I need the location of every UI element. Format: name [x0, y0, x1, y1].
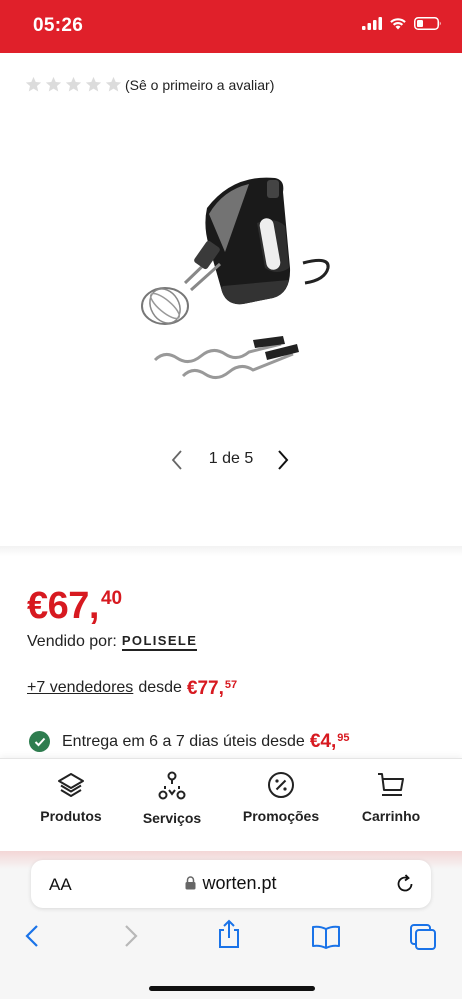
- rating-text[interactable]: (Sê o primeiro a avaliar): [125, 77, 274, 93]
- nav-item-promocoes[interactable]: Promoções: [226, 771, 336, 824]
- back-icon[interactable]: [24, 923, 40, 949]
- url-bar[interactable]: AA worten.pt: [31, 860, 431, 908]
- cart-icon: [378, 773, 404, 796]
- nav-item-carrinho[interactable]: Carrinho: [336, 771, 446, 824]
- url-display[interactable]: worten.pt: [31, 873, 431, 894]
- layers-icon: [58, 773, 84, 797]
- check-icon: [29, 731, 50, 752]
- rating[interactable]: (Sê o primeiro a avaliar): [25, 76, 274, 93]
- delivery-info: Entrega em 6 a 7 dias úteis desde €4, 95: [29, 731, 350, 752]
- star-icon: [105, 76, 122, 92]
- services-icon: [158, 771, 186, 800]
- status-time: 05:26: [33, 15, 84, 36]
- star-icon: [85, 76, 102, 92]
- bookmarks-icon[interactable]: [311, 925, 341, 949]
- gallery-counter: 1 de 5: [208, 450, 254, 467]
- chevron-left-icon[interactable]: [170, 449, 184, 471]
- bottom-nav: Produtos Serviços Promoções Carrinho: [0, 758, 462, 851]
- section-divider: [0, 546, 462, 556]
- gallery-nav: 1 de 5: [0, 446, 462, 472]
- other-sellers: +7 vendedores desde €77, 57: [27, 679, 237, 699]
- other-sellers-price-cents: 57: [224, 679, 238, 691]
- chevron-right-icon[interactable]: [276, 449, 290, 471]
- nav-label: Carrinho: [361, 808, 421, 824]
- price-main: €67,: [27, 585, 99, 627]
- star-icon: [45, 76, 62, 92]
- delivery-price: €4, 95: [309, 730, 350, 752]
- battery-icon: [414, 17, 441, 30]
- nav-label: Promoções: [242, 808, 320, 824]
- tabs-icon[interactable]: [409, 923, 437, 951]
- nav-item-produtos[interactable]: Produtos: [16, 771, 126, 824]
- status-icons: [362, 17, 442, 30]
- price-cents: 40: [100, 588, 123, 609]
- nav-label: Produtos: [40, 808, 102, 824]
- url-text: worten.pt: [202, 873, 277, 893]
- signal-icon: [362, 17, 382, 30]
- seller-name-link[interactable]: POLISELE: [121, 633, 198, 651]
- other-sellers-price: €77, 57: [187, 679, 237, 699]
- rating-stars: [25, 76, 122, 93]
- wifi-icon: [390, 18, 406, 30]
- product-image[interactable]: [125, 168, 340, 388]
- home-indicator: [149, 986, 315, 991]
- other-sellers-price-main: €77,: [186, 678, 224, 699]
- percent-icon: [268, 772, 294, 798]
- delivery-price-cents: 95: [337, 731, 350, 744]
- nav-item-servicos[interactable]: Serviços: [117, 771, 227, 826]
- browser-chrome: AA worten.pt: [0, 851, 462, 999]
- forward-icon[interactable]: [123, 923, 139, 949]
- star-icon: [25, 76, 42, 92]
- delivery-text: Entrega em 6 a 7 dias úteis desde: [62, 732, 305, 750]
- nav-label: Serviços: [142, 810, 202, 826]
- seller-label: Vendido por:: [27, 633, 117, 650]
- other-sellers-link[interactable]: +7 vendedores: [27, 679, 133, 697]
- other-sellers-from: desde: [138, 679, 182, 696]
- star-icon: [65, 76, 82, 92]
- seller-info: Vendido por: POLISELE: [27, 633, 198, 651]
- status-bar: 05:26: [0, 0, 462, 53]
- share-icon[interactable]: [216, 919, 242, 949]
- lock-icon: [185, 876, 196, 890]
- reload-icon[interactable]: [394, 873, 416, 895]
- product-price: €67, 40: [27, 586, 122, 626]
- delivery-price-main: €4,: [309, 730, 337, 752]
